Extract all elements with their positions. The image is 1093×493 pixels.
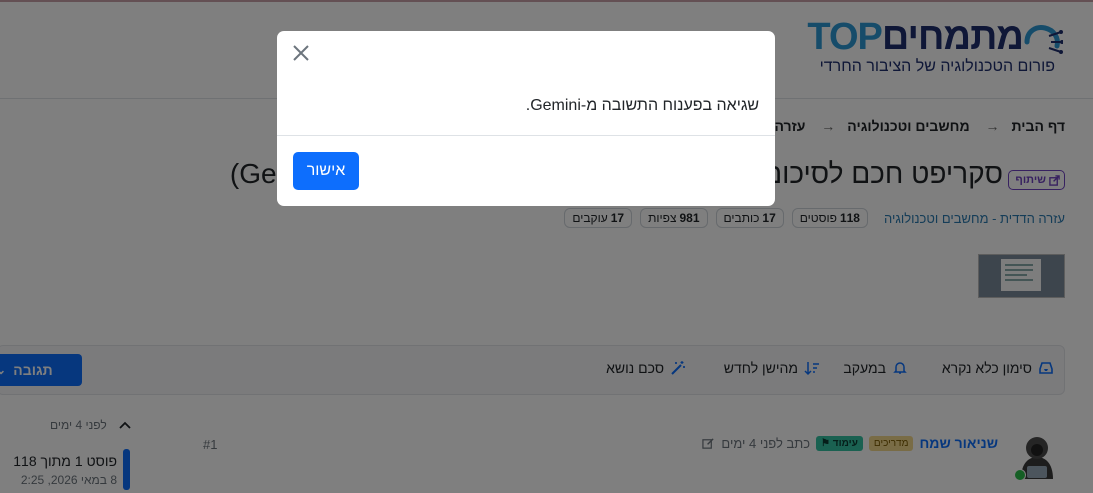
forum-page: TOPמתמחים פורום הטכנולוגיה של הציבור החר… — [0, 0, 1093, 493]
dialog-message: שגיאה בפענוח התשובה מ-Gemini. — [525, 97, 759, 114]
error-dialog: שגיאה בפענוח התשובה מ-Gemini. אישור — [277, 31, 775, 206]
ok-button[interactable]: אישור — [293, 152, 359, 190]
close-icon[interactable] — [291, 43, 311, 63]
dialog-divider — [277, 135, 775, 136]
